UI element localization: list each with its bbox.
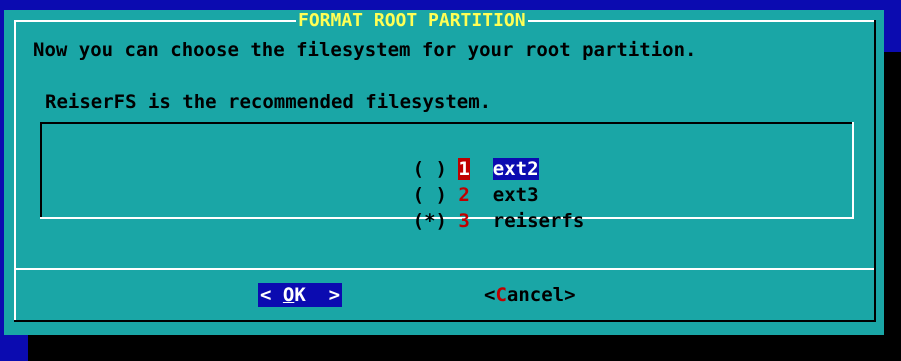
dialog-prompt: Now you can choose the filesystem for yo… — [33, 39, 697, 61]
frame-bottom — [14, 320, 876, 322]
radio-marker: (*) — [412, 210, 447, 232]
ok-button[interactable]: < OK > — [258, 283, 343, 307]
option-label: reiserfs — [492, 210, 585, 232]
option-tag: 3 — [458, 210, 470, 232]
dialog-title: FORMAT ROOT PARTITION — [296, 10, 528, 32]
ok-hotkey: O — [282, 284, 295, 306]
ok-rest: K — [294, 284, 306, 306]
list-item-reiserfs[interactable]: (*) 3 reiserfs — [344, 188, 585, 254]
button-separator — [16, 268, 874, 270]
list-frame-left — [40, 122, 42, 219]
ok-left-bracket: < — [260, 284, 283, 306]
filesystem-list: ( ) 1 ext2 ( ) 2 ext3 (*) 3 reiserfs — [40, 122, 854, 232]
cancel-button[interactable]: <Cancel> — [484, 283, 576, 307]
cancel-rest: ancel — [506, 284, 565, 306]
format-root-partition-dialog: FORMAT ROOT PARTITION Now you can choose… — [4, 10, 884, 335]
list-frame-right — [852, 122, 854, 219]
ok-right-bracket: > — [305, 284, 341, 306]
list-frame-top — [40, 122, 854, 124]
cancel-left-bracket: < — [484, 284, 496, 306]
dialog-recommendation: ReiserFS is the recommended filesystem. — [45, 91, 492, 113]
cancel-right-bracket: > — [564, 284, 576, 306]
frame-left — [14, 20, 16, 322]
frame-right — [874, 20, 876, 322]
cancel-hotkey: C — [495, 284, 507, 306]
